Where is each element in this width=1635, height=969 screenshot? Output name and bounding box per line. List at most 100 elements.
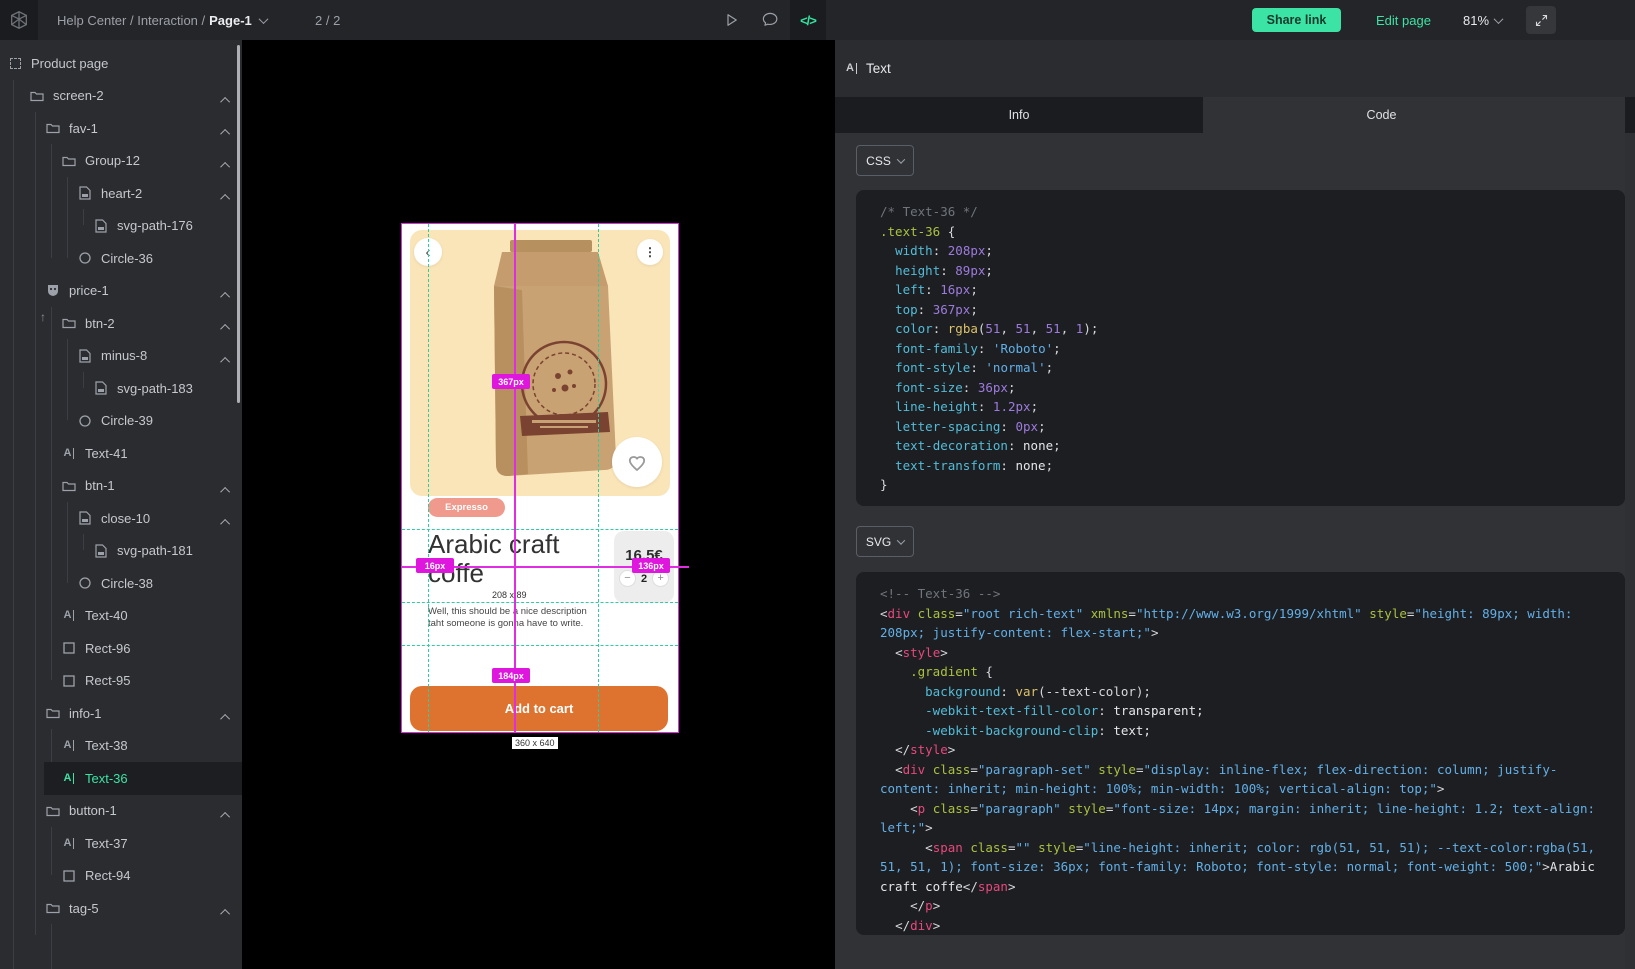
chevron-up-icon[interactable] <box>223 904 230 919</box>
folder-layer-icon <box>46 901 60 915</box>
layer-row-close-10[interactable]: close-10 <box>0 502 242 535</box>
layer-row-Rect-96[interactable]: Rect-96 <box>0 632 242 665</box>
edit-page-link[interactable]: Edit page <box>1376 0 1431 40</box>
layer-row-button-1[interactable]: button-1 <box>0 795 242 828</box>
code-line: color: rgba(51, 51, 51, 1); <box>880 319 1601 339</box>
layer-row-price-1[interactable]: price-1 <box>0 275 242 308</box>
zoom-level-dropdown[interactable]: 81% <box>1463 0 1502 40</box>
breadcrumb-current-page: Page-1 <box>209 13 252 28</box>
layer-row-minus-8[interactable]: minus-8 <box>0 340 242 373</box>
layer-row-Rect-94[interactable]: Rect-94 <box>0 860 242 893</box>
fullscreen-button[interactable] <box>1526 6 1556 34</box>
layer-row-fav-1[interactable]: fav-1 <box>0 112 242 145</box>
layer-label: Text-37 <box>85 836 128 851</box>
layer-row-Circle-36[interactable]: Circle-36 <box>0 242 242 275</box>
overflow-menu-button[interactable]: ⋮ <box>637 239 663 265</box>
folder-layer-icon <box>46 121 60 135</box>
product-title[interactable]: Arabic craft coffe <box>428 530 604 588</box>
inspector-header: A Text <box>835 40 1635 97</box>
comment-button[interactable] <box>752 0 788 40</box>
layer-row-screen-2[interactable]: screen-2 <box>0 80 242 113</box>
layer-row-tag-5[interactable]: tag-5 <box>0 892 242 925</box>
layer-row-Text-40[interactable]: AText-40 <box>0 600 242 633</box>
chevron-up-icon[interactable] <box>223 807 230 822</box>
chevron-up-icon[interactable] <box>223 319 230 334</box>
comment-bubble-icon <box>761 11 780 30</box>
share-link-button[interactable]: Share link <box>1252 8 1341 32</box>
layer-row-Product page[interactable]: Product page <box>0 47 242 80</box>
chevron-up-icon[interactable] <box>223 287 230 302</box>
chevron-down-icon <box>258 14 268 24</box>
css-code-block[interactable]: /* Text-36 */.text-36 { width: 208px; he… <box>856 190 1625 506</box>
svg-code-block[interactable]: <!-- Text-36 --><div class="root rich-te… <box>856 572 1625 935</box>
panel-scrollbar[interactable] <box>1625 133 1635 969</box>
layer-row-Circle-38[interactable]: Circle-38 <box>0 567 242 600</box>
top-bar: Help Center / Interaction / Page-1 2 / 2… <box>0 0 1635 40</box>
product-title-line2: coffe <box>428 559 604 588</box>
layer-row-btn-1[interactable]: btn-1 <box>0 470 242 503</box>
sidebar-scrollbar[interactable] <box>237 45 240 403</box>
heart-icon <box>625 450 649 474</box>
layer-row-Text-41[interactable]: AText-41 <box>0 437 242 470</box>
layer-row-Group-12[interactable]: Group-12 <box>0 145 242 178</box>
code-line: .gradient { <box>880 662 1601 682</box>
chevron-up-icon[interactable] <box>223 157 230 172</box>
layer-label: Text-36 <box>85 771 128 786</box>
add-to-cart-button[interactable]: Add to cart <box>410 686 668 731</box>
svg-dropdown-value: SVG <box>866 535 891 549</box>
guide-line-vertical <box>428 224 429 732</box>
layer-label: minus-8 <box>101 348 147 363</box>
layer-row-svg-path-181[interactable]: svg-path-181 <box>0 535 242 568</box>
layer-label: screen-2 <box>53 88 104 103</box>
page-indicator: 2 / 2 <box>315 0 340 40</box>
code-line: </p> <box>880 896 1601 916</box>
chevron-up-icon[interactable] <box>223 709 230 724</box>
chevron-down-icon <box>1494 14 1504 24</box>
layer-row-Text-38[interactable]: AText-38 <box>0 730 242 763</box>
layer-row-Circle-39[interactable]: Circle-39 <box>0 405 242 438</box>
layer-row-Text-36[interactable]: A Text-36 <box>0 762 242 795</box>
code-view-button[interactable]: </> <box>790 0 826 40</box>
breadcrumb[interactable]: Help Center / Interaction / Page-1 <box>57 0 267 40</box>
layer-row-svg-path-176[interactable]: svg-path-176 <box>0 210 242 243</box>
code-line: -webkit-background-clip: text; <box>880 721 1601 741</box>
svg-format-dropdown[interactable]: SVG <box>856 526 914 557</box>
layer-label: tag-5 <box>69 901 99 916</box>
design-canvas[interactable]: ‹ ⋮ Expresso Arabic craft coffe 208 x 89… <box>242 40 835 969</box>
layer-row-Rect-95[interactable]: Rect-95 <box>0 665 242 698</box>
panel-scrollbar-gutter[interactable] <box>1625 97 1635 133</box>
css-format-dropdown[interactable]: CSS <box>856 145 914 176</box>
description-line1: Well, this should be a nice description <box>428 606 614 618</box>
chevron-up-icon[interactable] <box>223 92 230 107</box>
chevron-up-icon[interactable] <box>223 189 230 204</box>
measure-line-vertical <box>514 224 516 732</box>
layer-label: Rect-94 <box>85 868 131 883</box>
tab-info[interactable]: Info <box>835 97 1203 133</box>
code-line: font-family: 'Roboto'; <box>880 339 1601 359</box>
chevron-up-icon[interactable] <box>223 514 230 529</box>
chevron-up-icon[interactable] <box>223 352 230 367</box>
layer-row-info-1[interactable]: info-1 <box>0 697 242 730</box>
layer-row-btn-2[interactable]: btn-2 <box>0 307 242 340</box>
layer-label: Text-40 <box>85 608 128 623</box>
app-logo[interactable] <box>0 0 38 40</box>
code-line: -webkit-text-fill-color: transparent; <box>880 701 1601 721</box>
product-description[interactable]: Well, this should be a nice description … <box>428 606 614 630</box>
measurement-badge-top: 367px <box>492 374 530 389</box>
play-button[interactable] <box>713 0 749 40</box>
layer-row-Text-37[interactable]: AText-37 <box>0 827 242 860</box>
tab-code[interactable]: Code <box>1203 97 1625 133</box>
layer-row-heart-2[interactable]: heart-2 <box>0 177 242 210</box>
text-layer-icon: A <box>62 771 76 785</box>
chevron-up-icon[interactable] <box>223 482 230 497</box>
guide-line-horizontal <box>402 645 678 646</box>
folder-layer-icon <box>62 154 76 168</box>
quantity-value: 2 <box>641 573 647 585</box>
rect-layer-icon <box>62 869 76 883</box>
chevron-up-icon[interactable] <box>223 124 230 139</box>
layer-label: svg-path-183 <box>117 381 193 396</box>
layer-row-svg-path-183[interactable]: svg-path-183 <box>0 372 242 405</box>
category-tag[interactable]: Expresso <box>428 498 505 517</box>
code-line: left: 16px; <box>880 280 1601 300</box>
favorite-button[interactable] <box>612 437 662 487</box>
